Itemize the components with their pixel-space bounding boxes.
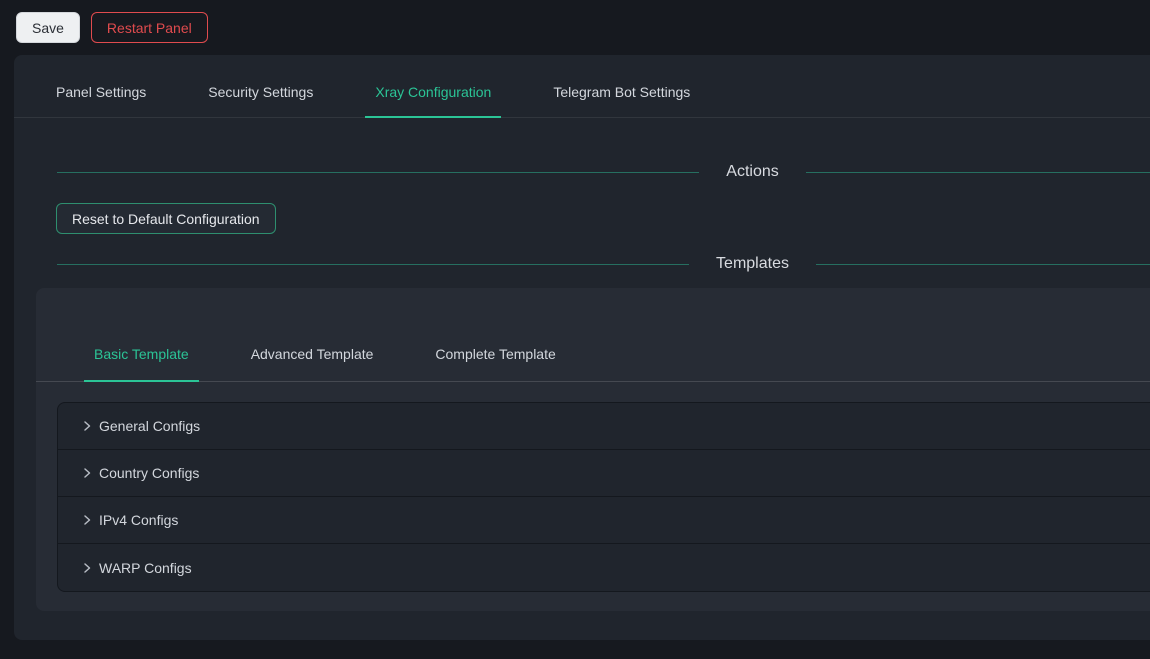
collapse-item-label: IPv4 Configs: [99, 512, 178, 528]
tab-basic-template[interactable]: Basic Template: [94, 346, 189, 381]
actions-divider: Actions: [57, 163, 1150, 181]
configs-collapse: General Configs Country Configs IPv4 Con…: [57, 402, 1150, 592]
templates-card: Basic Template Advanced Template Complet…: [36, 288, 1150, 611]
collapse-item-country-configs[interactable]: Country Configs: [58, 450, 1150, 497]
top-toolbar: Save Restart Panel: [0, 0, 1150, 55]
settings-tabbar: Panel Settings Security Settings Xray Co…: [14, 55, 1150, 118]
tab-advanced-template[interactable]: Advanced Template: [251, 346, 374, 381]
tab-xray-configuration[interactable]: Xray Configuration: [375, 84, 491, 117]
templates-divider: Templates: [57, 255, 1150, 273]
chevron-right-icon: [81, 420, 93, 432]
template-tabbar: Basic Template Advanced Template Complet…: [36, 288, 1150, 382]
templates-divider-label: Templates: [716, 255, 789, 273]
collapse-item-label: General Configs: [99, 418, 200, 434]
tab-complete-template[interactable]: Complete Template: [435, 346, 555, 381]
reset-default-config-button[interactable]: Reset to Default Configuration: [56, 203, 276, 234]
chevron-right-icon: [81, 562, 93, 574]
collapse-item-label: Country Configs: [99, 465, 199, 481]
chevron-right-icon: [81, 514, 93, 526]
collapse-item-ipv4-configs[interactable]: IPv4 Configs: [58, 497, 1150, 544]
settings-panel: Panel Settings Security Settings Xray Co…: [14, 55, 1150, 640]
collapse-item-warp-configs[interactable]: WARP Configs: [58, 544, 1150, 591]
tab-telegram-bot-settings[interactable]: Telegram Bot Settings: [553, 84, 690, 117]
chevron-right-icon: [81, 467, 93, 479]
tab-security-settings[interactable]: Security Settings: [208, 84, 313, 117]
collapse-item-general-configs[interactable]: General Configs: [58, 403, 1150, 450]
save-button[interactable]: Save: [16, 12, 80, 43]
restart-panel-button[interactable]: Restart Panel: [91, 12, 208, 43]
actions-divider-label: Actions: [726, 163, 778, 181]
tab-panel-settings[interactable]: Panel Settings: [56, 84, 146, 117]
collapse-item-label: WARP Configs: [99, 560, 192, 576]
